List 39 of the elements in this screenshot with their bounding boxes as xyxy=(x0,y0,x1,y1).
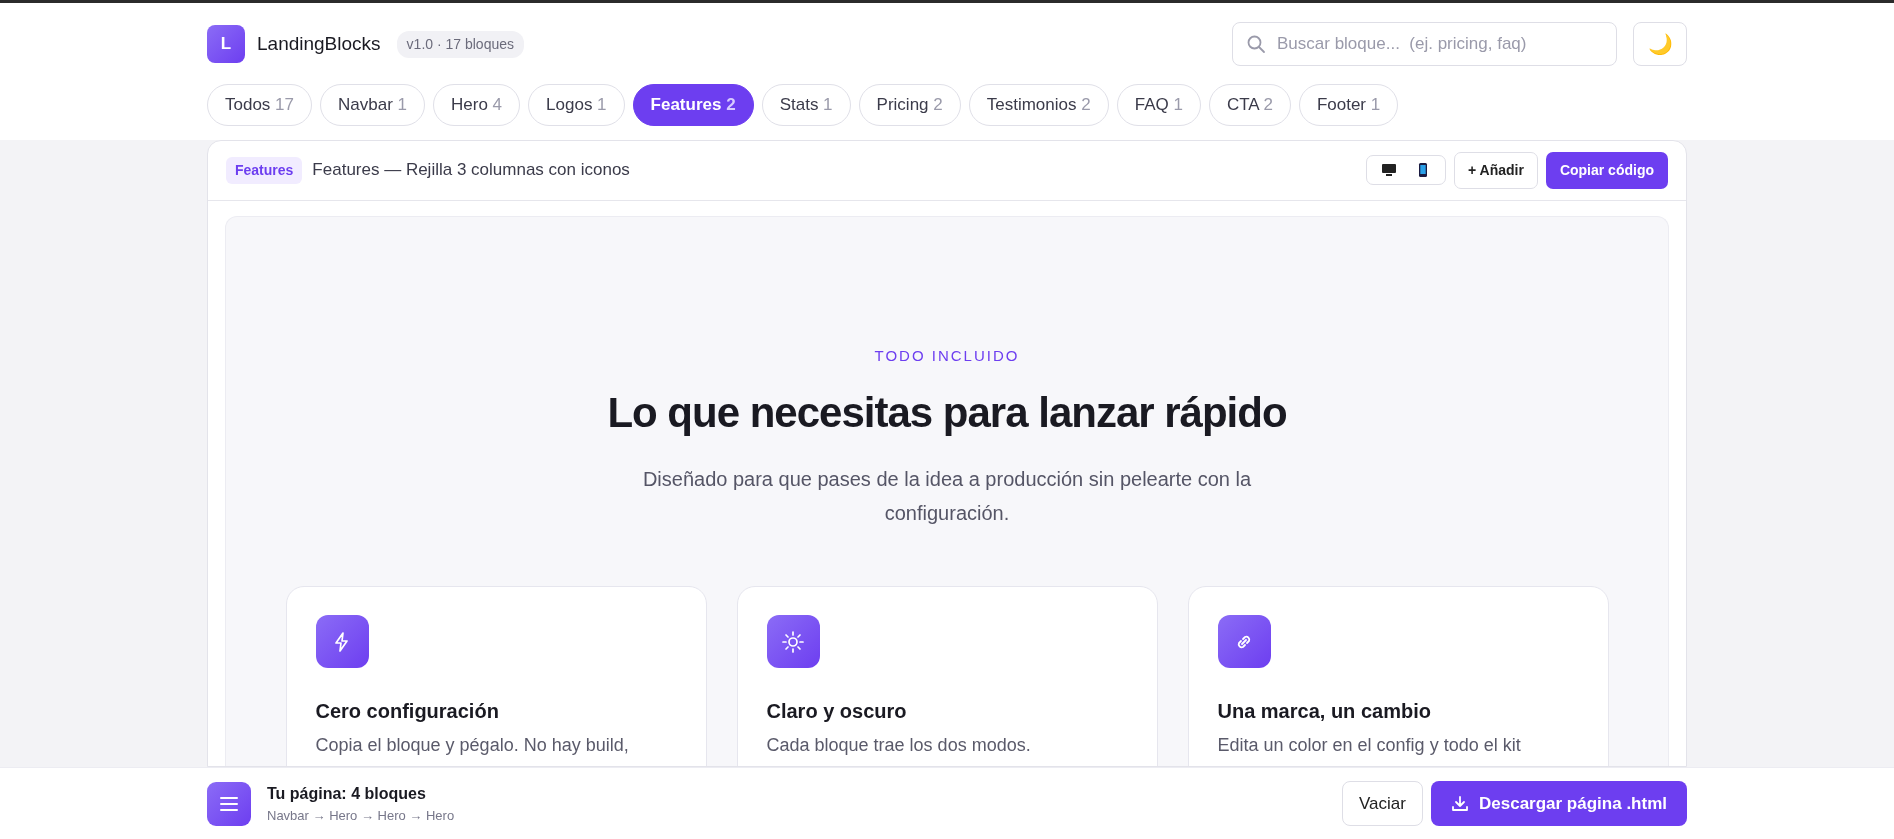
block-title: Features — Rejilla 3 columnas con iconos xyxy=(312,159,630,182)
sun-icon xyxy=(766,615,820,668)
feature-description: Edita un color en el config y todo el kit xyxy=(1217,734,1522,757)
feature-title: Una marca, un cambio xyxy=(1217,699,1432,724)
category-tab[interactable]: Navbar 1 xyxy=(320,84,425,126)
block-sequence: Navbar → Hero → Hero → Hero xyxy=(267,806,455,825)
category-tab[interactable]: FAQ 1 xyxy=(1116,84,1201,126)
category-tab[interactable]: Footer 1 xyxy=(1298,84,1399,126)
category-tab[interactable]: Hero 4 xyxy=(433,84,521,126)
section-subtitle: Diseñado para que pases de la idea a producción sin pelearte con la configuración. xyxy=(641,467,1253,526)
feature-title: Cero configuración xyxy=(315,699,500,724)
section-heading: Lo que necesitas para lanzar rápido xyxy=(606,388,1288,438)
version-label: v1.0 · 17 bloques xyxy=(396,30,524,58)
page-summary: Tu página: 4 bloques xyxy=(267,783,427,804)
menu-button[interactable] xyxy=(207,781,251,826)
add-button[interactable]: + Añadir xyxy=(1454,151,1538,189)
logo-icon: L xyxy=(207,25,245,63)
download-button[interactable]: Descargar página .html xyxy=(1431,780,1687,827)
category-tab[interactable]: Logos 1 xyxy=(528,84,625,126)
eyebrow-label: TODO INCLUIDO xyxy=(873,345,1021,366)
download-icon xyxy=(1451,794,1469,813)
category-tab[interactable]: Todos 17 xyxy=(207,84,312,126)
link-icon xyxy=(1217,615,1271,668)
menu-icon xyxy=(219,795,239,812)
copy-code-button[interactable]: Copiar código xyxy=(1545,151,1668,189)
category-tab[interactable]: Pricing 2 xyxy=(858,84,961,126)
lightning-icon xyxy=(315,615,369,668)
feature-title: Claro y oscuro xyxy=(766,699,908,724)
category-tab[interactable]: Testimonios 2 xyxy=(968,84,1109,126)
category-tab[interactable]: CTA 2 xyxy=(1208,84,1291,126)
clear-button[interactable]: Vaciar xyxy=(1342,780,1423,827)
category-tab[interactable]: Features 2 xyxy=(632,84,754,126)
feature-description: Copia el bloque y pégalo. No hay build, xyxy=(315,734,630,757)
category-tab[interactable]: Stats 1 xyxy=(761,84,851,126)
monitor-icon xyxy=(1381,162,1397,178)
search-field[interactable]: Buscar bloque... (ej. pricing, faq) xyxy=(1232,22,1617,66)
feature-description: Cada bloque trae los dos modos. xyxy=(766,734,1032,757)
brand-name: LandingBlocks xyxy=(257,31,381,56)
category-tag: Features xyxy=(226,156,303,184)
